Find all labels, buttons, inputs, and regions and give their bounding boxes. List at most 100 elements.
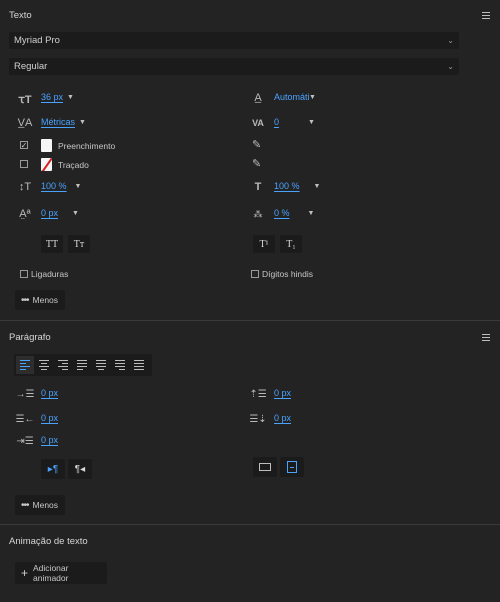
horizontal-scale-field[interactable]: 100 % ▼ — [274, 181, 320, 191]
justify-last-right-button[interactable] — [111, 356, 129, 374]
font-family-dropdown[interactable]: Myriad Pro ⌄ — [9, 32, 459, 49]
superscript-button[interactable]: T¹ — [253, 235, 275, 253]
chevron-down-icon: ▼ — [67, 93, 74, 101]
indent-first-line-icon: ⇥☰ — [16, 435, 34, 447]
section-divider — [0, 320, 500, 321]
rtl-direction-button[interactable]: ¶◂ — [68, 459, 92, 479]
justify-last-center-button[interactable] — [92, 356, 110, 374]
align-center-button[interactable] — [35, 356, 53, 374]
ligatures-label: Ligaduras — [31, 269, 69, 279]
indent-right-field[interactable]: 0 px — [41, 413, 73, 423]
font-size-value: 36 px — [41, 92, 64, 102]
vertical-scale-field[interactable]: 100 % ▼ — [41, 181, 81, 191]
font-size-field[interactable]: 36 px ▼ — [41, 92, 74, 102]
space-after-field[interactable]: 0 px — [274, 413, 306, 423]
horizontal-scale-value: 100 % — [274, 181, 300, 191]
all-caps-button[interactable]: TT — [41, 235, 63, 253]
box-text-vertical-button[interactable] — [280, 457, 304, 477]
vertical-scale-value: 100 % — [41, 181, 67, 191]
stroke-color-swatch[interactable] — [41, 158, 52, 171]
fill-label: Preenchimento — [58, 141, 116, 151]
justify-all-button[interactable] — [130, 356, 148, 374]
paragrafo-less-label: Menos — [32, 500, 59, 510]
paragrafo-panel-menu-icon[interactable] — [482, 334, 490, 341]
indent-right-icon: ☰← — [15, 413, 35, 425]
text-box-icon — [259, 463, 271, 471]
section-divider — [0, 524, 500, 525]
horizontal-scale-icon: T — [254, 181, 262, 193]
more-dots-icon: ••• — [21, 294, 29, 306]
indent-right-value: 0 px — [41, 413, 59, 423]
leading-value: Automático — [274, 92, 309, 102]
space-before-field[interactable]: 0 px — [274, 388, 306, 398]
tsume-value: 0 % — [274, 208, 290, 218]
kerning-icon: V̲A — [17, 117, 33, 129]
tracking-value: 0 — [274, 117, 280, 127]
tracking-field[interactable]: 0 ▼ — [274, 117, 315, 127]
texto-section-title: Texto — [9, 10, 32, 21]
indent-left-icon: →☰ — [15, 388, 35, 400]
align-right-button[interactable] — [54, 356, 72, 374]
texto-less-label: Menos — [32, 295, 59, 305]
text-box-vertical-icon — [287, 461, 297, 473]
ltr-paragraph-icon: ▸¶ — [47, 463, 59, 475]
indent-left-value: 0 px — [41, 388, 59, 398]
indent-left-field[interactable]: 0 px — [41, 388, 73, 398]
indent-first-line-field[interactable]: 0 px — [41, 435, 73, 445]
stroke-label: Traçado — [58, 160, 89, 170]
rtl-paragraph-icon: ¶◂ — [74, 463, 86, 475]
add-animator-label: Adicionar animador — [33, 563, 69, 583]
box-text-horizontal-button[interactable] — [253, 457, 277, 477]
fill-checkbox[interactable]: ✓ — [20, 141, 28, 150]
subscript-button[interactable]: T₁ — [280, 235, 302, 253]
kerning-value: Métricas — [41, 117, 76, 127]
alignment-button-group — [14, 354, 152, 376]
hindi-digits-checkbox[interactable] — [251, 270, 259, 278]
justify-last-left-button[interactable] — [73, 356, 91, 374]
space-before-icon: ⇡☰ — [249, 388, 267, 400]
tsume-field[interactable]: 0 % ▼ — [274, 208, 314, 218]
hindi-digits-label: Dígitos hindis — [262, 269, 314, 279]
chevron-down-icon: ⌄ — [447, 62, 454, 71]
stroke-checkbox[interactable] — [20, 160, 28, 168]
indent-first-line-value: 0 px — [41, 435, 59, 445]
chevron-down-icon: ▼ — [313, 182, 321, 190]
font-style-value: Regular — [14, 61, 48, 72]
eyedropper-icon[interactable]: ✎ — [252, 138, 261, 151]
chevron-down-icon: ▼ — [79, 118, 86, 126]
leading-field[interactable]: Automático▼ — [274, 92, 316, 102]
space-after-icon: ☰⇣ — [249, 413, 267, 425]
font-style-dropdown[interactable]: Regular ⌄ — [9, 58, 459, 75]
paragrafo-less-button[interactable]: ••• Menos — [15, 495, 65, 515]
chevron-down-icon: ▼ — [72, 209, 79, 217]
chevron-down-icon: ▼ — [307, 209, 315, 217]
chevron-down-icon: ▼ — [308, 118, 315, 126]
small-caps-button[interactable]: Tт — [68, 235, 90, 253]
ligatures-checkbox[interactable] — [20, 270, 28, 278]
ltr-direction-button[interactable]: ▸¶ — [41, 459, 65, 479]
space-before-value: 0 px — [274, 388, 292, 398]
paragrafo-section-title: Parágrafo — [9, 332, 51, 343]
add-animator-button[interactable]: + Adicionar animador — [15, 562, 107, 584]
font-size-icon: ꚍT — [18, 93, 32, 106]
baseline-shift-icon: A̤ª — [19, 208, 31, 220]
baseline-shift-value: 0 px — [41, 208, 59, 218]
more-dots-icon: ••• — [21, 499, 29, 511]
eyedropper-icon[interactable]: ✎ — [252, 157, 261, 170]
align-left-button[interactable] — [16, 356, 34, 374]
chevron-down-icon: ⌄ — [447, 36, 454, 45]
font-family-value: Myriad Pro — [14, 35, 60, 46]
leading-icon: A̲ — [254, 92, 262, 104]
tracking-icon: VA — [252, 118, 264, 128]
fill-color-swatch[interactable] — [41, 139, 52, 152]
baseline-shift-field[interactable]: 0 px ▼ — [41, 208, 79, 218]
animacao-section-title: Animação de texto — [9, 536, 88, 547]
tsume-icon: ⁂ — [253, 208, 263, 219]
vertical-scale-icon: ↕T — [18, 181, 32, 193]
chevron-down-icon: ▼ — [74, 182, 82, 190]
texto-less-button[interactable]: ••• Menos — [15, 290, 65, 310]
plus-icon: + — [21, 566, 29, 580]
texto-panel-menu-icon[interactable] — [482, 12, 490, 19]
space-after-value: 0 px — [274, 413, 292, 423]
kerning-field[interactable]: Métricas ▼ — [41, 117, 86, 127]
